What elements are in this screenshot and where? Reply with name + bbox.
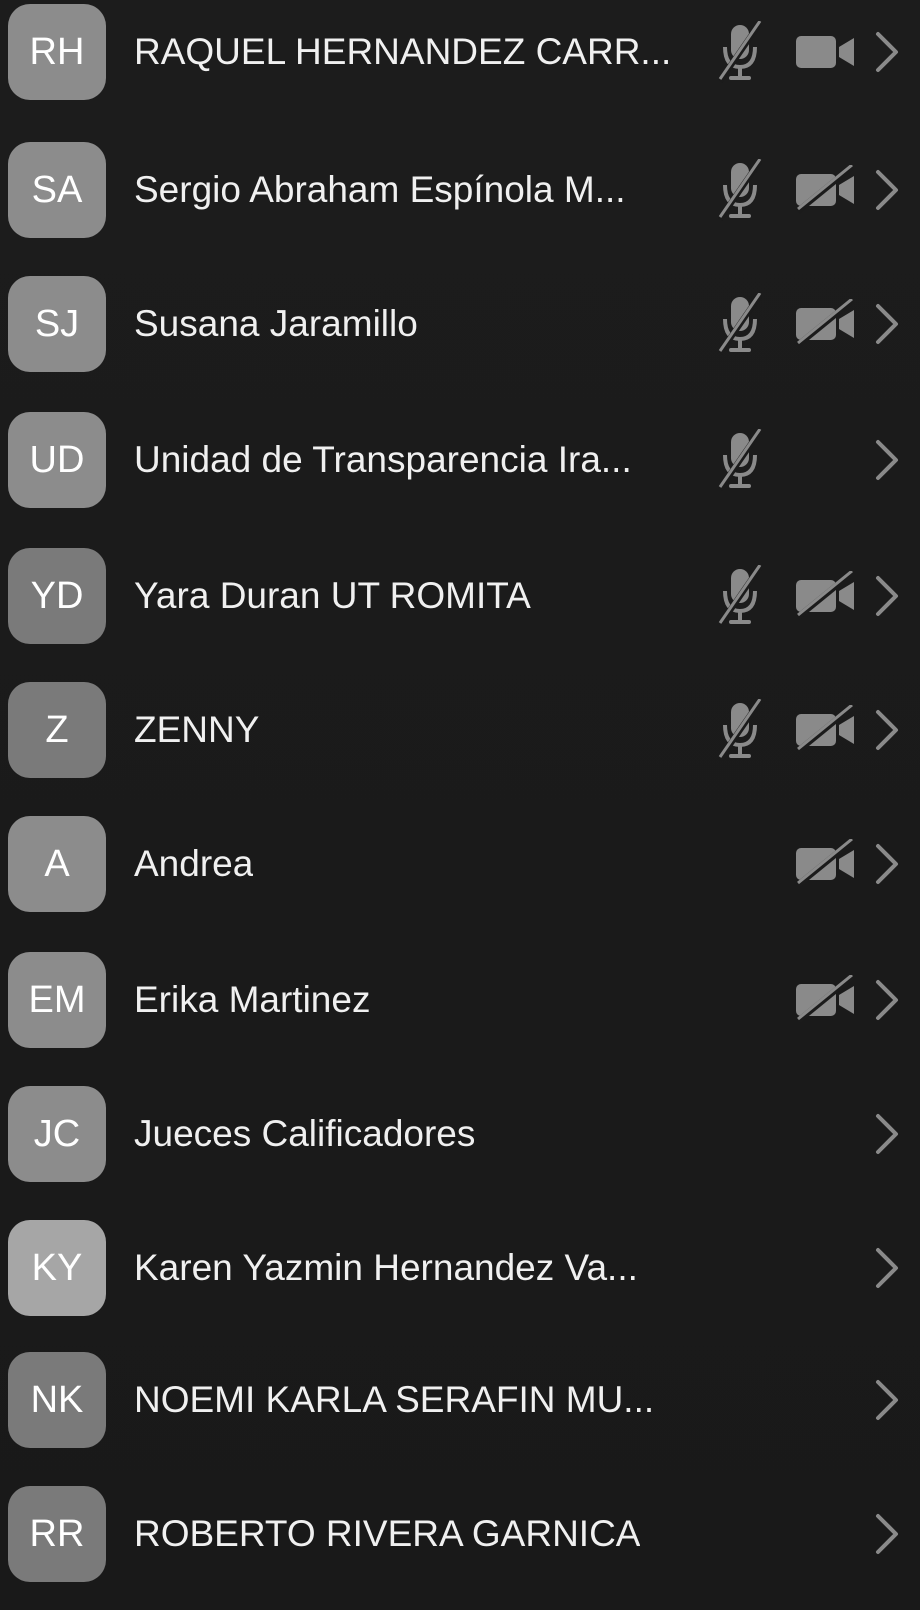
avatar: UD bbox=[8, 412, 106, 508]
chevron-right-icon[interactable] bbox=[872, 708, 902, 752]
participant-name: RAQUEL HERNANDEZ CARR... bbox=[134, 31, 672, 72]
avatar: SJ bbox=[8, 276, 106, 372]
participant-row[interactable]: YD Yara Duran UT ROMITA bbox=[0, 527, 920, 665]
avatar: YD bbox=[8, 548, 106, 644]
participant-row[interactable]: SA Sergio Abraham Espínola M... bbox=[0, 121, 920, 259]
participant-name: Unidad de Transparencia Ira... bbox=[134, 439, 632, 480]
chevron-right-icon[interactable] bbox=[872, 1246, 902, 1290]
participant-name: Erika Martinez bbox=[134, 979, 371, 1020]
avatar: SA bbox=[8, 142, 106, 238]
chevron-right-icon[interactable] bbox=[872, 302, 902, 346]
avatar: KY bbox=[8, 1220, 106, 1316]
participant-name: NOEMI KARLA SERAFIN MU... bbox=[134, 1379, 655, 1420]
chevron-right-icon[interactable] bbox=[872, 978, 902, 1022]
chevron-right-icon[interactable] bbox=[872, 842, 902, 886]
mic-muted-icon bbox=[717, 292, 763, 355]
avatar: RH bbox=[8, 4, 106, 100]
participant-name: Yara Duran UT ROMITA bbox=[134, 575, 531, 616]
chevron-right-icon[interactable] bbox=[872, 1112, 902, 1156]
avatar: EM bbox=[8, 952, 106, 1048]
video-on-icon bbox=[792, 27, 858, 77]
video-off-icon bbox=[792, 973, 858, 1025]
participant-name: Karen Yazmin Hernandez Va... bbox=[134, 1247, 638, 1288]
mic-muted-icon bbox=[717, 698, 763, 761]
participant-row[interactable]: JC Jueces Calificadores bbox=[0, 1065, 920, 1203]
participant-row[interactable]: KY Karen Yazmin Hernandez Va... bbox=[0, 1199, 920, 1337]
participant-name: Sergio Abraham Espínola M... bbox=[134, 169, 626, 210]
participant-name: Susana Jaramillo bbox=[134, 303, 418, 344]
mic-muted-icon bbox=[717, 158, 763, 221]
video-off-icon bbox=[792, 569, 858, 621]
mic-muted-icon bbox=[717, 428, 763, 491]
mic-muted-icon bbox=[717, 20, 763, 83]
avatar: RR bbox=[8, 1486, 106, 1582]
chevron-right-icon[interactable] bbox=[872, 30, 902, 74]
participant-row[interactable]: A Andrea bbox=[0, 795, 920, 933]
avatar: NK bbox=[8, 1352, 106, 1448]
participant-row[interactable]: RH RAQUEL HERNANDEZ CARR... bbox=[0, 0, 920, 121]
participant-name: Andrea bbox=[134, 843, 254, 884]
avatar: A bbox=[8, 816, 106, 912]
video-off-icon bbox=[792, 703, 858, 755]
chevron-right-icon[interactable] bbox=[872, 438, 902, 482]
video-off-icon bbox=[792, 163, 858, 215]
participant-row[interactable]: NK NOEMI KARLA SERAFIN MU... bbox=[0, 1331, 920, 1469]
participant-row[interactable]: RR ROBERTO RIVERA GARNICA bbox=[0, 1465, 920, 1603]
participant-name: ROBERTO RIVERA GARNICA bbox=[134, 1513, 641, 1554]
chevron-right-icon[interactable] bbox=[872, 1378, 902, 1422]
avatar: Z bbox=[8, 682, 106, 778]
participant-name: Jueces Calificadores bbox=[134, 1113, 476, 1154]
participant-row[interactable]: UD Unidad de Transparencia Ira... bbox=[0, 391, 920, 529]
chevron-right-icon[interactable] bbox=[872, 574, 902, 618]
mic-muted-icon bbox=[717, 564, 763, 627]
participant-row[interactable]: SJ Susana Jaramillo bbox=[0, 255, 920, 393]
avatar: JC bbox=[8, 1086, 106, 1182]
video-off-icon bbox=[792, 297, 858, 349]
participant-row[interactable]: Z ZENNY bbox=[0, 661, 920, 799]
participant-list: RH RAQUEL HERNANDEZ CARR... SA Sergio Abrah… bbox=[0, 0, 920, 1610]
chevron-right-icon[interactable] bbox=[872, 168, 902, 212]
participant-name: ZENNY bbox=[134, 709, 260, 750]
video-off-icon bbox=[792, 837, 858, 889]
participant-row[interactable]: EM Erika Martinez bbox=[0, 931, 920, 1069]
chevron-right-icon[interactable] bbox=[872, 1512, 902, 1556]
